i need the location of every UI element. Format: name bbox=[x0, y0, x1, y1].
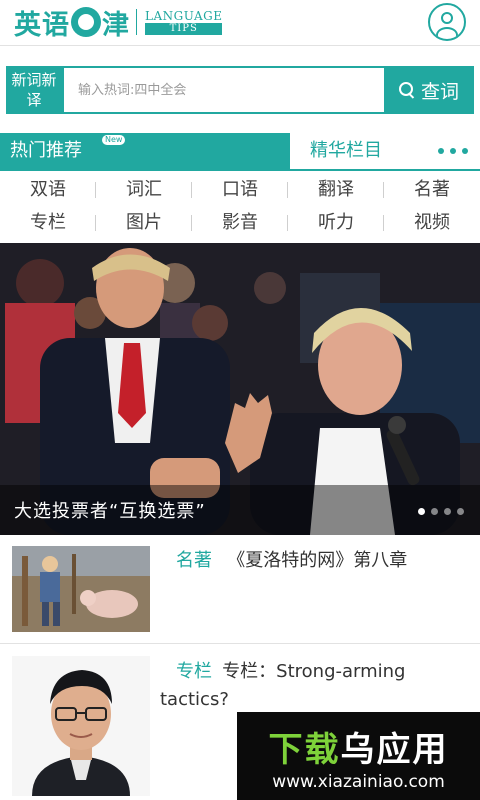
watermark-title-white: 乌应用 bbox=[340, 730, 449, 770]
user-profile-icon[interactable] bbox=[428, 3, 466, 41]
category-spoken[interactable]: 口语 bbox=[192, 173, 288, 206]
app-header: 英语 津 LANGUAGE TIPS bbox=[0, 0, 480, 46]
logo-mark-icon bbox=[71, 7, 101, 37]
category-pictures[interactable]: 图片 bbox=[96, 206, 192, 241]
logo-english-top: LANGUAGE bbox=[145, 8, 223, 23]
slide-dot[interactable] bbox=[457, 508, 464, 515]
featured-banner[interactable]: 大选投票者“互换选票” bbox=[0, 243, 480, 535]
slide-indicator bbox=[418, 508, 464, 515]
more-icon[interactable] bbox=[438, 148, 468, 156]
category-grid: 双语 词汇 口语 翻译 名著 专栏 图片 影音 听力 视频 bbox=[0, 173, 480, 241]
list-item-title: 《夏洛特的网》第八章 bbox=[227, 550, 408, 571]
logo-text-right: 津 bbox=[102, 9, 130, 41]
new-words-tag[interactable]: 新词新译 bbox=[6, 66, 62, 114]
slide-dot[interactable] bbox=[444, 508, 451, 515]
search-icon bbox=[398, 82, 415, 98]
category-video[interactable]: 视频 bbox=[384, 206, 480, 241]
user-body-shape bbox=[436, 27, 458, 39]
slide-dot[interactable] bbox=[431, 508, 438, 515]
slide-dot-active[interactable] bbox=[418, 508, 425, 515]
tab-hot-recommend[interactable]: 热门推荐 New bbox=[0, 133, 290, 169]
app-logo[interactable]: 英语 津 LANGUAGE TIPS bbox=[14, 3, 223, 42]
banner-caption: 大选投票者“互换选票” bbox=[14, 501, 206, 522]
list-item-thumbnail bbox=[12, 656, 150, 796]
logo-english: LANGUAGE TIPS bbox=[145, 8, 223, 35]
category-media[interactable]: 影音 bbox=[192, 206, 288, 241]
logo-english-bottom: TIPS bbox=[145, 22, 223, 35]
search-input-wrapper bbox=[62, 66, 384, 114]
user-head-shape bbox=[441, 12, 453, 24]
search-input[interactable] bbox=[64, 68, 384, 112]
category-bilingual[interactable]: 双语 bbox=[0, 173, 96, 206]
list-item-text: 名著 《夏洛特的网》第八章 bbox=[176, 548, 472, 574]
logo-chinese: 英语 津 bbox=[14, 3, 130, 42]
watermark-url: www.xiazainiao.com bbox=[272, 772, 445, 792]
site-watermark: 下载乌应用 www.xiazainiao.com bbox=[237, 712, 480, 800]
section-tabs: 热门推荐 New 精华栏目 bbox=[0, 133, 480, 171]
new-badge: New bbox=[102, 135, 126, 145]
search-button[interactable]: 查词 bbox=[384, 66, 474, 114]
tab-hot-recommend-label: 热门推荐 bbox=[10, 140, 82, 161]
list-item-category[interactable]: 名著 bbox=[176, 550, 212, 571]
category-classics[interactable]: 名著 bbox=[384, 173, 480, 206]
search-bar: 新词新译 查词 bbox=[6, 66, 474, 114]
search-button-label: 查词 bbox=[420, 80, 459, 103]
list-item-text: 专栏 专栏：Strong-arming tactics? bbox=[160, 658, 460, 714]
category-vocabulary[interactable]: 词汇 bbox=[96, 173, 192, 206]
logo-divider bbox=[136, 9, 137, 35]
logo-text-left: 英语 bbox=[14, 9, 70, 41]
category-column[interactable]: 专栏 bbox=[0, 206, 96, 241]
list-item-thumbnail bbox=[12, 546, 150, 632]
watermark-title-green: 下载 bbox=[268, 730, 341, 770]
category-listening[interactable]: 听力 bbox=[288, 206, 384, 241]
tab-featured-columns[interactable]: 精华栏目 bbox=[310, 133, 382, 169]
list-item[interactable]: 名著 《夏洛特的网》第八章 bbox=[0, 540, 480, 644]
list-item-category[interactable]: 专栏 bbox=[176, 661, 212, 682]
category-translation[interactable]: 翻译 bbox=[288, 173, 384, 206]
watermark-title: 下载乌应用 bbox=[237, 722, 480, 771]
